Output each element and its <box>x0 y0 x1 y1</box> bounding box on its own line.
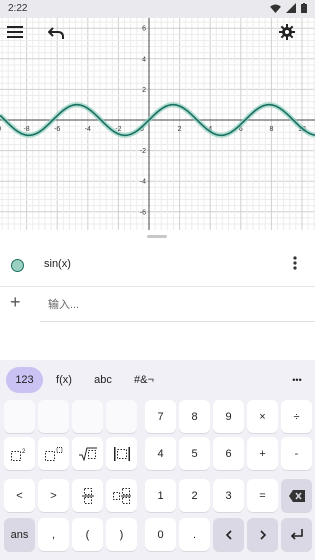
key-minus[interactable]: - <box>281 437 312 470</box>
signal-icon <box>286 3 296 13</box>
key-right-paren[interactable]: ) <box>106 518 137 551</box>
key-7[interactable]: 7 <box>145 400 176 433</box>
key-comma[interactable]: , <box>38 518 69 551</box>
backspace-icon <box>288 489 305 502</box>
status-bar: 2:22 <box>0 0 315 18</box>
key-plus[interactable]: + <box>247 437 278 470</box>
key-ans[interactable]: ans <box>4 518 35 551</box>
key-decimal[interactable]: . <box>179 518 210 551</box>
key-mixed-fraction[interactable] <box>106 479 137 512</box>
key-power[interactable] <box>38 437 69 470</box>
sqrt-icon <box>78 447 97 461</box>
mixed-fraction-icon <box>112 487 131 504</box>
key-4[interactable]: 4 <box>145 437 176 470</box>
key-left[interactable] <box>213 518 244 551</box>
x-tick-label: 2 <box>178 126 182 133</box>
status-time: 2:22 <box>8 3 28 14</box>
key-empty <box>106 400 137 433</box>
arrow-right-icon <box>259 529 266 540</box>
algebra-row[interactable]: sin(x) <box>0 244 315 287</box>
wifi-icon <box>270 3 281 13</box>
key-times[interactable]: × <box>247 400 278 433</box>
more-options-button[interactable] <box>293 256 303 272</box>
power-icon <box>44 446 62 461</box>
key-9[interactable]: 9 <box>213 400 244 433</box>
status-icons <box>270 3 307 13</box>
menu-icon <box>7 26 23 38</box>
graphing-view[interactable]: -10-8-6-4-20246810642-2-4-6 <box>0 18 315 230</box>
key-0[interactable]: 0 <box>145 518 176 551</box>
undo-button[interactable] <box>48 26 76 54</box>
menu-button[interactable] <box>7 26 35 54</box>
input-placeholder: 输入... <box>48 299 80 311</box>
key-equals[interactable]: = <box>247 479 278 512</box>
key-left-paren[interactable]: ( <box>72 518 103 551</box>
y-tick-label: -6 <box>140 209 146 216</box>
math-keyboard: 123 f(x) abc #&¬ ••• 7 8 9 × ÷ 2 4 5 6 +… <box>0 360 315 560</box>
key-sqrt[interactable] <box>72 437 103 470</box>
add-icon[interactable]: + <box>10 293 21 311</box>
x-tick-label: 8 <box>269 126 273 133</box>
key-square[interactable]: 2 <box>4 437 35 470</box>
drag-handle[interactable] <box>147 235 167 238</box>
key-fraction[interactable] <box>72 479 103 512</box>
key-backspace[interactable] <box>281 479 312 512</box>
y-tick-label: 6 <box>142 26 146 33</box>
x-tick-label: -8 <box>23 126 29 133</box>
key-empty <box>72 400 103 433</box>
key-right[interactable] <box>247 518 278 551</box>
keyboard-more-button[interactable]: ••• <box>283 367 311 393</box>
key-empty <box>4 400 35 433</box>
y-tick-label: 2 <box>142 87 146 94</box>
input-field[interactable]: 输入... <box>40 287 315 322</box>
key-2[interactable]: 2 <box>179 479 210 512</box>
y-tick-label: 4 <box>142 56 146 63</box>
key-divide[interactable]: ÷ <box>281 400 312 433</box>
fraction-icon <box>81 487 94 504</box>
key-abs[interactable] <box>106 437 137 470</box>
key-enter[interactable] <box>281 518 312 551</box>
key-5[interactable]: 5 <box>179 437 210 470</box>
more-vertical-icon <box>293 256 297 270</box>
key-8[interactable]: 8 <box>179 400 210 433</box>
expression-text[interactable]: sin(x) <box>44 258 71 270</box>
tab-123[interactable]: 123 <box>6 367 43 393</box>
key-3[interactable]: 3 <box>213 479 244 512</box>
y-tick-label: -2 <box>140 148 146 155</box>
gear-icon <box>279 24 295 40</box>
square-icon: 2 <box>10 449 26 461</box>
algebra-panel: sin(x) + 输入... <box>0 230 315 360</box>
y-tick-label: -4 <box>140 179 146 186</box>
svg-text:2: 2 <box>22 449 26 455</box>
key-greater-than[interactable]: > <box>38 479 69 512</box>
x-tick-label: -10 <box>0 126 1 133</box>
tab-symbols[interactable]: #&¬ <box>126 367 162 393</box>
x-tick-label: -4 <box>85 126 91 133</box>
tab-abc[interactable]: abc <box>86 367 120 393</box>
keyboard-tabs: 123 f(x) abc #&¬ ••• <box>0 360 315 400</box>
settings-button[interactable] <box>279 24 307 52</box>
key-1[interactable]: 1 <box>145 479 176 512</box>
undo-icon <box>48 27 64 39</box>
key-6[interactable]: 6 <box>213 437 244 470</box>
key-empty <box>38 400 69 433</box>
enter-icon <box>290 528 303 540</box>
tab-functions[interactable]: f(x) <box>47 367 81 393</box>
new-input-row: + 输入... <box>0 287 315 322</box>
battery-icon <box>301 3 307 13</box>
x-tick-label: -6 <box>54 126 60 133</box>
abs-icon <box>113 446 130 461</box>
arrow-left-icon <box>225 529 232 540</box>
key-less-than[interactable]: < <box>4 479 35 512</box>
visibility-toggle[interactable] <box>11 259 24 272</box>
